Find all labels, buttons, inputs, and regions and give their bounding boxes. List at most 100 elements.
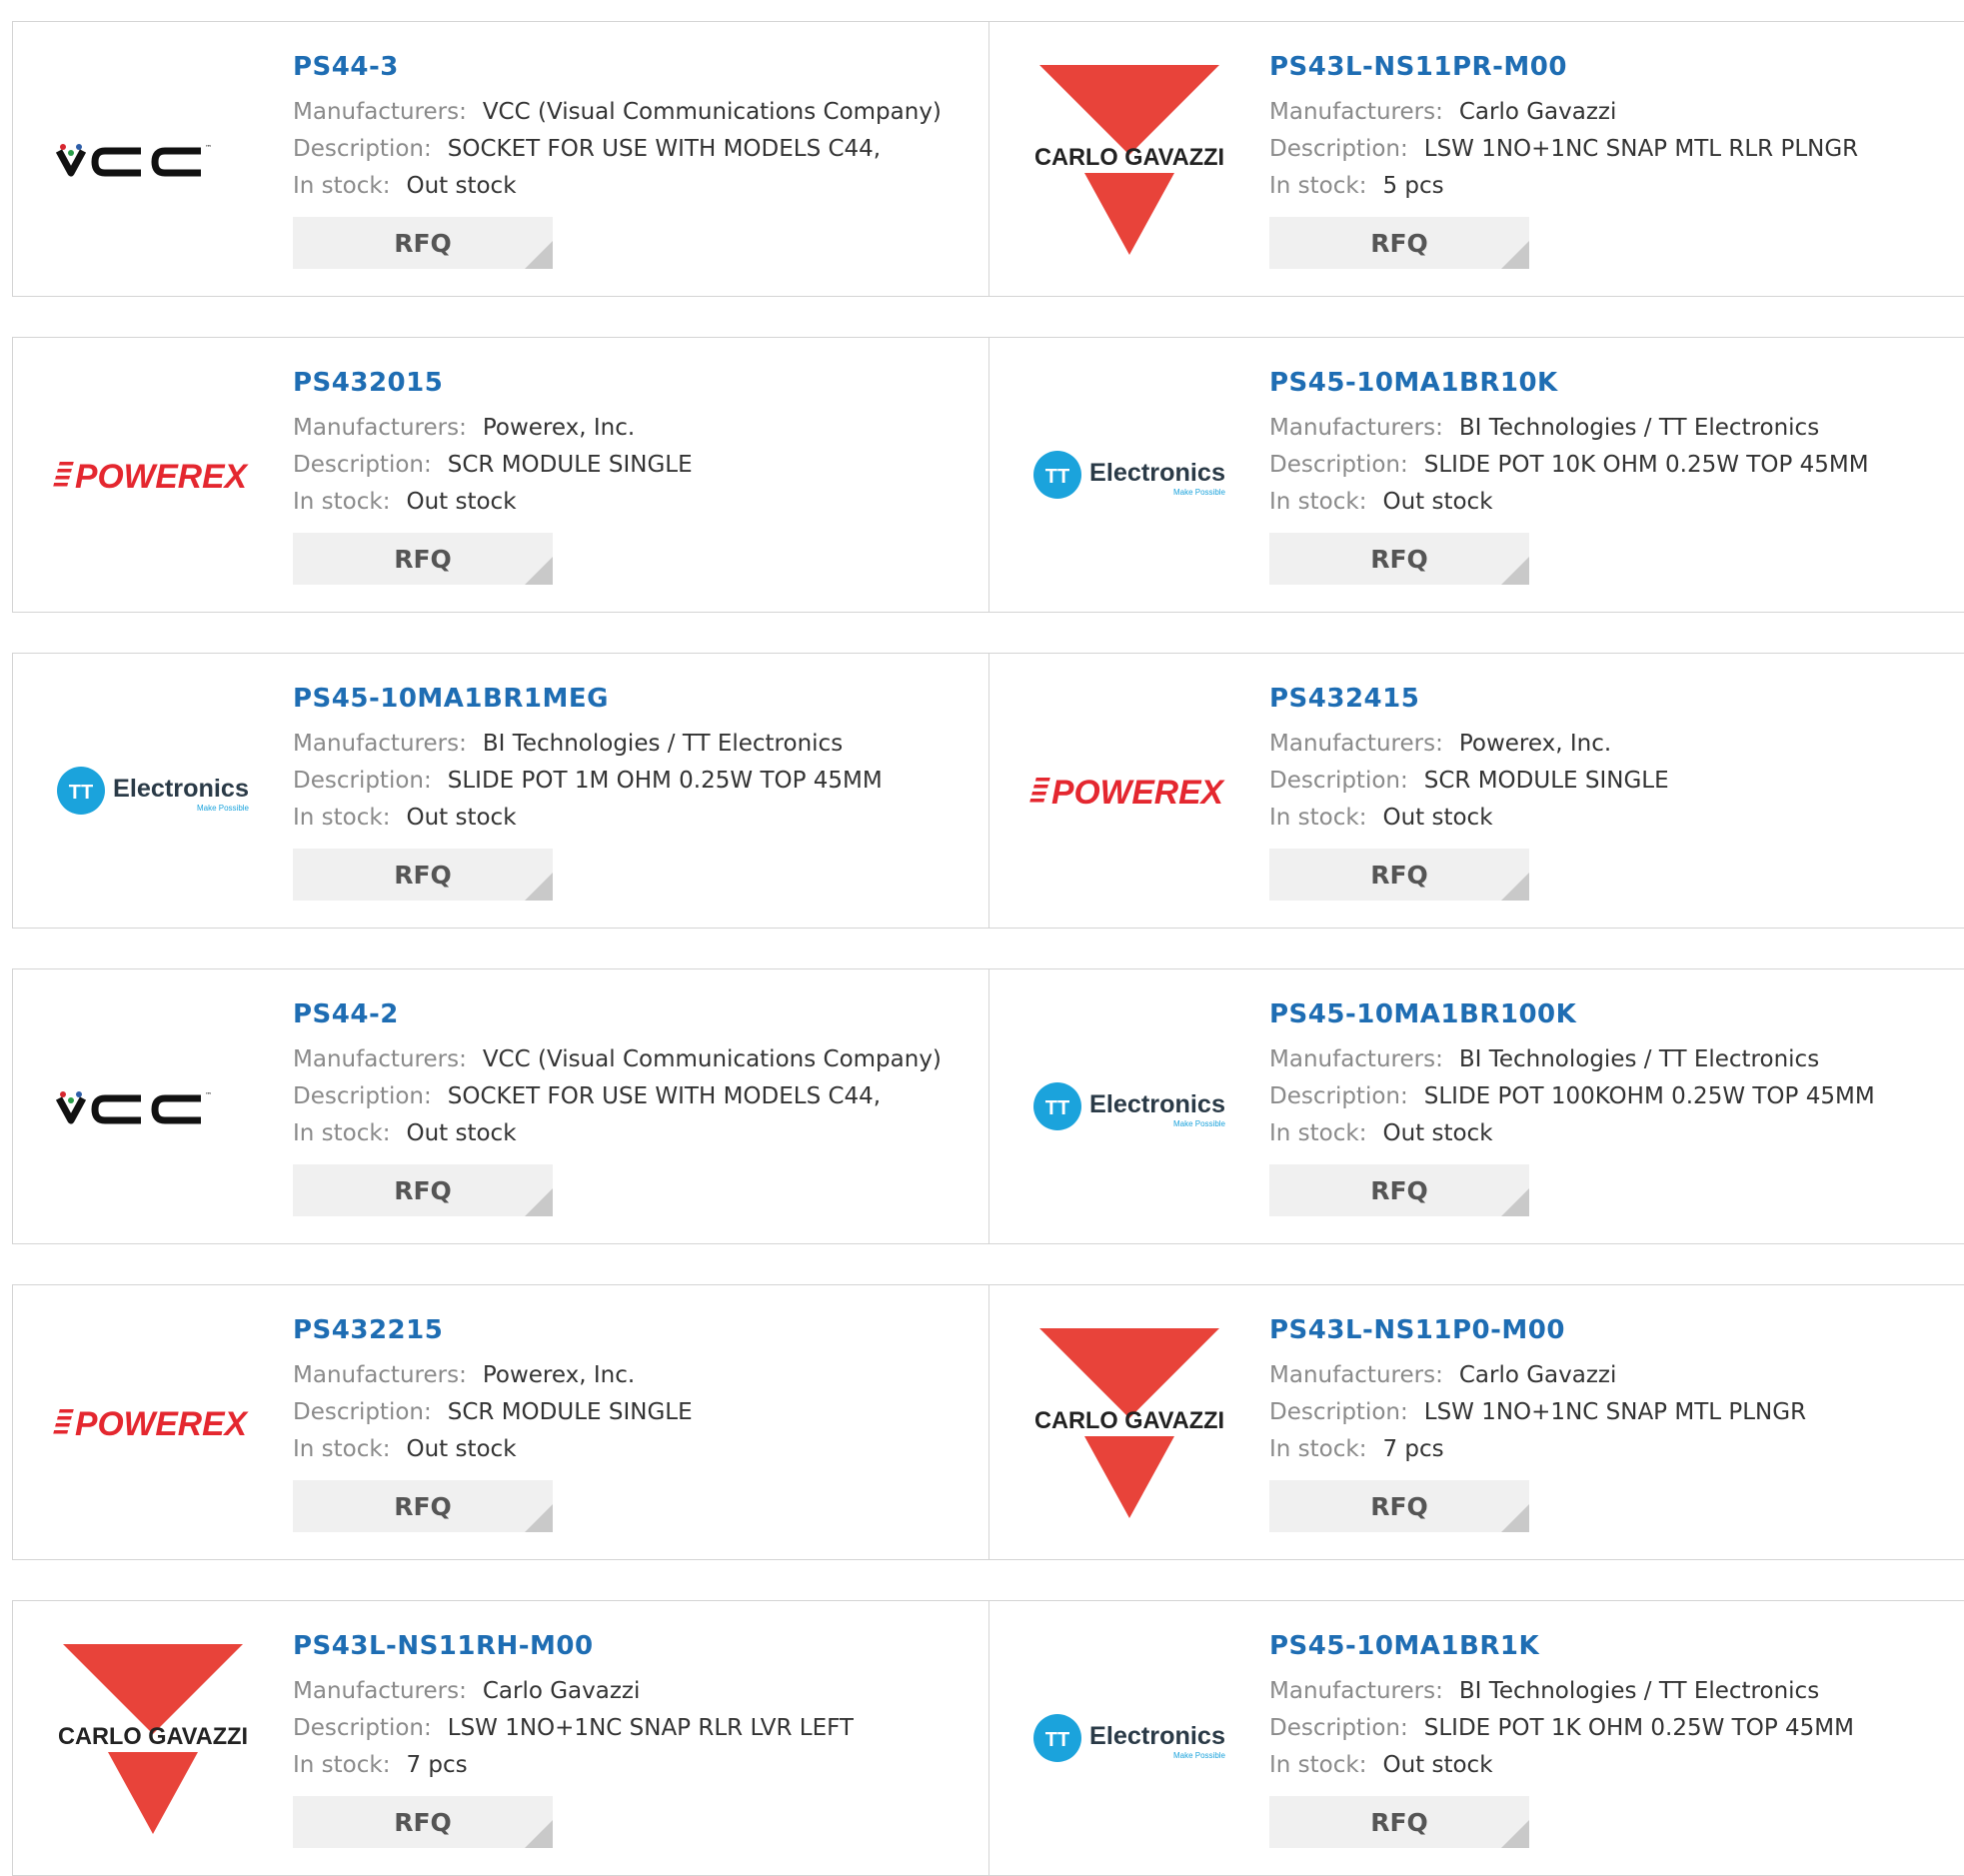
- stock-row: In stock: Out stock: [293, 168, 942, 205]
- rfq-label: RFQ: [394, 544, 452, 574]
- product-card: POWEREX PS432215 Manufacturers: Powerex, …: [12, 1284, 990, 1560]
- manufacturer-value: BI Technologies / TT Electronics: [482, 731, 844, 757]
- svg-text:Electronics: Electronics: [1089, 1090, 1225, 1118]
- rfq-button[interactable]: RFQ: [293, 1796, 553, 1848]
- part-number-link[interactable]: PS432015: [293, 368, 693, 398]
- stock-row: In stock: 7 pcs: [293, 1747, 854, 1784]
- description-value: LSW 1NO+1NC SNAP MTL PLNGR: [1423, 1399, 1807, 1425]
- description-row: Description: SLIDE POT 1M OHM 0.25W TOP 4…: [293, 763, 883, 800]
- manufacturer-value: VCC (Visual Communications Company): [482, 99, 942, 125]
- part-number-link[interactable]: PS44-3: [293, 52, 942, 82]
- description-row: Description: LSW 1NO+1NC SNAP MTL RLR PLN…: [1269, 131, 1858, 168]
- rfq-button[interactable]: RFQ: [1269, 533, 1529, 585]
- description-row: Description: LSW 1NO+1NC SNAP RLR LVR LEF…: [293, 1710, 854, 1747]
- manufacturer-logo: CARLO GAVAZZI: [1029, 1285, 1229, 1559]
- rfq-button[interactable]: RFQ: [293, 1480, 553, 1532]
- corner-triangle-icon: [525, 241, 553, 269]
- stock-label: In stock:: [1269, 1120, 1367, 1146]
- manufacturers-label: Manufacturers:: [293, 731, 467, 757]
- description-row: Description: SLIDE POT 1K OHM 0.25W TOP 4…: [1269, 1710, 1854, 1747]
- description-row: Description: SCR MODULE SINGLE: [293, 447, 693, 484]
- product-info: PS432415 Manufacturers: Powerex, Inc. Des…: [1269, 684, 1669, 901]
- part-number-link[interactable]: PS45-10MA1BR100K: [1269, 999, 1875, 1029]
- svg-text:Electronics: Electronics: [1089, 459, 1225, 487]
- corner-triangle-icon: [1501, 1188, 1529, 1216]
- rfq-button[interactable]: RFQ: [1269, 1796, 1529, 1848]
- manufacturers-label: Manufacturers:: [293, 1678, 467, 1704]
- corner-triangle-icon: [525, 557, 553, 585]
- rfq-button[interactable]: RFQ: [293, 1164, 553, 1216]
- description-label: Description:: [1269, 1715, 1408, 1741]
- powerex-logo: POWEREX: [53, 458, 249, 496]
- part-number-link[interactable]: PS432415: [1269, 684, 1669, 714]
- manufacturer-logo: CARLO GAVAZZI: [53, 1601, 253, 1875]
- part-number-link[interactable]: PS45-10MA1BR1MEG: [293, 684, 883, 714]
- corner-triangle-icon: [1501, 1820, 1529, 1848]
- manufacturer-row: Manufacturers: BI Technologies / TT Elect…: [1269, 1673, 1854, 1710]
- tt-electronics-logo: TT Electronics Make Possible: [57, 767, 250, 815]
- stock-value: Out stock: [406, 805, 517, 831]
- svg-text:Make Possible: Make Possible: [1173, 1119, 1226, 1128]
- manufacturer-value: BI Technologies / TT Electronics: [1458, 1046, 1820, 1072]
- tt-electronics-logo: TT Electronics Make Possible: [1033, 1714, 1226, 1762]
- manufacturer-logo: TT Electronics Make Possible: [53, 654, 253, 928]
- description-label: Description:: [1269, 768, 1408, 794]
- manufacturer-row: Manufacturers: VCC (Visual Communications…: [293, 94, 942, 131]
- rfq-button[interactable]: RFQ: [1269, 1164, 1529, 1216]
- rfq-button[interactable]: RFQ: [1269, 217, 1529, 269]
- description-value: SCR MODULE SINGLE: [1423, 768, 1669, 794]
- stock-label: In stock:: [293, 805, 391, 831]
- rfq-button[interactable]: RFQ: [293, 533, 553, 585]
- product-info: PS45-10MA1BR100K Manufacturers: BI Techno…: [1269, 999, 1875, 1216]
- manufacturer-logo: ™ VCC: [53, 969, 253, 1243]
- rfq-button[interactable]: RFQ: [1269, 849, 1529, 901]
- description-row: Description: SOCKET FOR USE WITH MODELS C…: [293, 1078, 942, 1115]
- part-number-link[interactable]: PS44-2: [293, 999, 942, 1029]
- stock-row: In stock: Out stock: [293, 1431, 693, 1468]
- manufacturer-row: Manufacturers: BI Technologies / TT Elect…: [1269, 1041, 1875, 1078]
- manufacturer-logo: TT Electronics Make Possible: [1029, 1601, 1229, 1875]
- corner-triangle-icon: [525, 1188, 553, 1216]
- part-number-link[interactable]: PS43L-NS11RH-M00: [293, 1631, 854, 1661]
- svg-text:Electronics: Electronics: [113, 775, 249, 803]
- carlo-gavazzi-logo: CARLO GAVAZZI: [1034, 65, 1224, 255]
- product-info: PS45-10MA1BR1K Manufacturers: BI Technolo…: [1269, 1631, 1854, 1848]
- manufacturer-row: Manufacturers: VCC (Visual Communications…: [293, 1041, 942, 1078]
- manufacturer-value: Carlo Gavazzi: [482, 1678, 641, 1704]
- stock-value: Out stock: [406, 1436, 517, 1462]
- rfq-label: RFQ: [394, 228, 452, 258]
- rfq-button[interactable]: RFQ: [293, 849, 553, 901]
- svg-text:TT: TT: [1045, 1729, 1069, 1751]
- part-number-link[interactable]: PS432215: [293, 1315, 693, 1345]
- stock-row: In stock: Out stock: [1269, 484, 1869, 521]
- manufacturers-label: Manufacturers:: [1269, 1678, 1443, 1704]
- stock-row: In stock: 5 pcs: [1269, 168, 1858, 205]
- stock-value: Out stock: [1382, 805, 1493, 831]
- description-value: SOCKET FOR USE WITH MODELS C44,: [447, 1083, 882, 1109]
- tt-electronics-logo: TT Electronics Make Possible: [1033, 451, 1226, 499]
- stock-row: In stock: Out stock: [293, 484, 693, 521]
- part-number-link[interactable]: PS43L-NS11P0-M00: [1269, 1315, 1806, 1345]
- description-value: SOCKET FOR USE WITH MODELS C44,: [447, 136, 882, 162]
- rfq-button[interactable]: RFQ: [1269, 1480, 1529, 1532]
- manufacturer-value: Carlo Gavazzi: [1458, 1362, 1617, 1388]
- manufacturer-value: Carlo Gavazzi: [1458, 99, 1617, 125]
- stock-value: Out stock: [1382, 1120, 1493, 1146]
- description-label: Description:: [293, 1399, 432, 1425]
- product-info: PS45-10MA1BR1MEG Manufacturers: BI Techno…: [293, 684, 883, 901]
- rfq-button[interactable]: RFQ: [293, 217, 553, 269]
- product-info: PS432215 Manufacturers: Powerex, Inc. Des…: [293, 1315, 693, 1532]
- stock-row: In stock: 7 pcs: [1269, 1431, 1806, 1468]
- product-card: ™ VCC PS44-3 Manufacturers: VCC (Visual C…: [12, 21, 990, 297]
- manufacturers-label: Manufacturers:: [293, 99, 467, 125]
- description-label: Description:: [293, 1715, 432, 1741]
- powerex-logo: POWEREX: [1029, 774, 1225, 812]
- description-label: Description:: [1269, 136, 1408, 162]
- part-number-link[interactable]: PS43L-NS11PR-M00: [1269, 52, 1858, 82]
- description-value: SCR MODULE SINGLE: [447, 1399, 693, 1425]
- rfq-label: RFQ: [394, 1175, 452, 1205]
- part-number-link[interactable]: PS45-10MA1BR1K: [1269, 1631, 1854, 1661]
- part-number-link[interactable]: PS45-10MA1BR10K: [1269, 368, 1869, 398]
- corner-triangle-icon: [1501, 1504, 1529, 1532]
- product-card: TT Electronics Make Possible PS45-10MA1B…: [988, 1600, 1964, 1876]
